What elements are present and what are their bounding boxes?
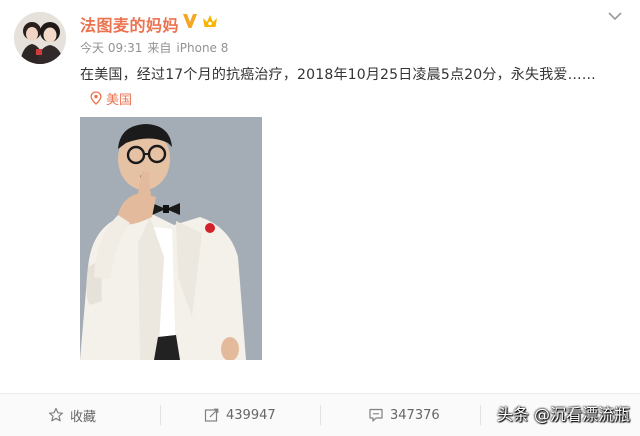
comment-count: 347376 [390,407,440,423]
location-pin-icon [90,91,102,105]
watermark: 头条 @沉看漂流瓶 [496,405,630,424]
post-time: 今天 09:31 [80,41,143,55]
post-photo[interactable] [80,117,262,360]
location-label: 美国 [106,92,133,108]
post-meta: 今天 09:31 来自 iPhone 8 [80,39,233,56]
avatar[interactable] [14,12,66,64]
repost-icon [204,408,219,422]
star-icon [48,407,64,422]
source-prefix: 来自 [147,41,172,55]
comment-button[interactable]: 347376 [368,394,440,436]
repost-button[interactable]: 439947 [204,394,276,436]
location-tag[interactable]: 美国 [90,88,132,108]
avatar-photo-icon [14,12,66,64]
man-in-white-tuxedo-photo [80,117,262,360]
action-separator [320,405,321,425]
username[interactable]: 法图麦的妈妈 [80,12,179,36]
vip-v-icon [183,14,197,28]
comment-icon [369,408,383,422]
favorite-label: 收藏 [70,409,97,425]
chevron-down-icon[interactable] [607,10,623,22]
member-crown-icon [203,15,217,27]
favorite-button[interactable]: 收藏 [48,394,96,436]
repost-count: 439947 [226,407,276,423]
post-text: 在美国，经过17个月的抗癌治疗，2018年10月25日凌晨5点20分，永失我爱…… [80,67,596,83]
action-separator [160,405,161,425]
source-device[interactable]: iPhone 8 [176,41,228,55]
weibo-post-card: 法图麦的妈妈 今天 09:31 来自 iPhone 8 在美国，经过17个月的抗癌治… [0,0,640,436]
action-separator [480,405,481,425]
